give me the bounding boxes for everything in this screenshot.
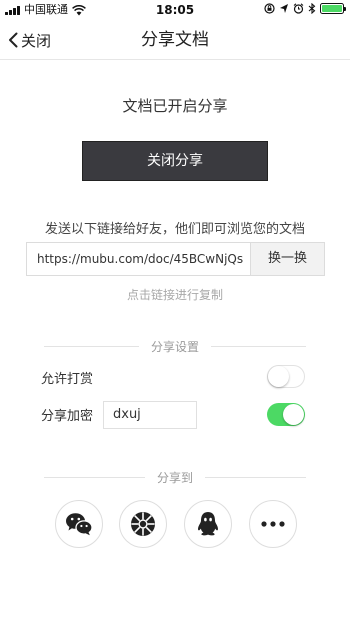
location-icon bbox=[280, 4, 288, 13]
toggle-knob bbox=[283, 404, 304, 425]
moments-icon bbox=[131, 512, 155, 536]
share-link-field[interactable]: https://mubu.com/doc/45BCwNjQs bbox=[27, 243, 250, 275]
bluetooth-icon bbox=[308, 3, 316, 14]
qq-icon bbox=[198, 512, 218, 536]
share-status-text: 文档已开启分享 bbox=[122, 97, 228, 115]
share-document-screen: 中国联通 18:05 关闭 分享文档 文档已开启分享 关闭分享 发送以下链接给好… bbox=[0, 0, 350, 623]
refresh-link-button[interactable]: 换一换 bbox=[250, 243, 324, 275]
share-password-input[interactable]: dxuj bbox=[103, 401, 197, 429]
status-bar-right bbox=[264, 3, 346, 14]
close-share-button[interactable]: 关闭分享 bbox=[82, 141, 268, 181]
share-wechat-button[interactable] bbox=[55, 500, 103, 548]
send-link-hint: 发送以下链接给好友，他们即可浏览您的文档 bbox=[44, 222, 305, 237]
allow-tip-toggle[interactable] bbox=[267, 365, 305, 388]
share-settings-header: 分享设置 bbox=[44, 338, 307, 354]
divider bbox=[211, 345, 307, 347]
share-link-row: https://mubu.com/doc/45BCwNjQs 换一换 bbox=[26, 242, 325, 276]
battery-level bbox=[322, 5, 342, 12]
page-title: 分享文档 bbox=[141, 30, 209, 50]
more-icon bbox=[261, 521, 285, 527]
share-settings-title: 分享设置 bbox=[151, 339, 200, 354]
battery-icon bbox=[320, 3, 346, 14]
divider bbox=[44, 476, 145, 478]
share-password-toggle[interactable] bbox=[267, 403, 305, 426]
share-qq-button[interactable] bbox=[184, 500, 232, 548]
divider bbox=[44, 345, 139, 347]
share-to-title: 分享到 bbox=[157, 470, 194, 485]
toggle-knob bbox=[268, 366, 289, 387]
wechat-icon bbox=[66, 513, 93, 536]
navigation-bar: 关闭 分享文档 bbox=[0, 20, 350, 60]
share-password-label: 分享加密 bbox=[41, 409, 94, 424]
share-targets bbox=[0, 500, 350, 548]
allow-tip-label: 允许打赏 bbox=[41, 372, 94, 387]
status-bar: 中国联通 18:05 bbox=[0, 0, 350, 20]
alarm-icon bbox=[293, 3, 304, 14]
divider bbox=[205, 476, 307, 478]
copy-link-hint: 点击链接进行复制 bbox=[126, 288, 223, 302]
share-moments-button[interactable] bbox=[119, 500, 167, 548]
orientation-lock-icon bbox=[264, 3, 275, 14]
share-more-button[interactable] bbox=[249, 500, 297, 548]
share-to-header: 分享到 bbox=[44, 469, 307, 485]
